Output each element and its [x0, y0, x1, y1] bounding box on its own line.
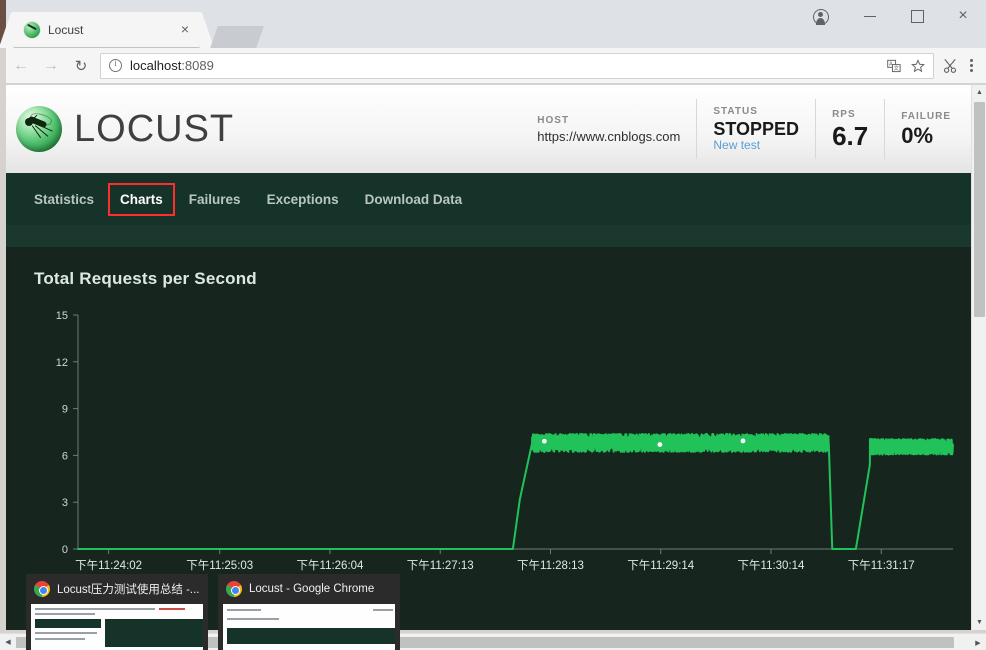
taskbar-preview-1-head: Locust压力测试使用总结 -...: [26, 574, 208, 604]
omnibox-actions: A 文: [885, 57, 929, 75]
svg-text:下午11:24:02: 下午11:24:02: [75, 559, 142, 572]
vertical-scrollbar-thumb[interactable]: [974, 102, 985, 317]
screen-root: Locust × × ← → ↻ localhost :8089: [0, 0, 986, 650]
tab-download-data[interactable]: Download Data: [355, 185, 473, 214]
scroll-down-icon[interactable]: ▼: [972, 615, 986, 630]
vertical-scrollbar[interactable]: ▲ ▼: [971, 85, 986, 630]
profile-button[interactable]: [808, 4, 834, 30]
svg-text:下午11:30:14: 下午11:30:14: [738, 559, 806, 572]
svg-text:下午11:28:13: 下午11:28:13: [517, 559, 584, 572]
avatar-icon: [813, 9, 829, 26]
stat-status: STATUS STOPPED New test: [696, 99, 815, 159]
chrome-icon: [226, 581, 242, 597]
stat-host-label: HOST: [537, 114, 570, 126]
taskbar-preview-2-head: Locust - Google Chrome: [218, 574, 400, 604]
browser-toolbar: ← → ↻ localhost :8089 A 文: [6, 48, 986, 84]
locust-header: LOCUST HOST https://www.cnblogs.com STAT…: [6, 85, 971, 173]
brand-name: LOCUST: [74, 107, 235, 150]
minimize-button[interactable]: [848, 0, 894, 32]
stat-status-label: STATUS: [713, 105, 758, 117]
svg-text:下午11:31:17: 下午11:31:17: [848, 559, 915, 572]
locust-favicon-icon: [24, 22, 40, 38]
taskbar-preview-1[interactable]: Locust压力测试使用总结 -...: [26, 574, 208, 650]
locust-nav-tabs: Statistics Charts Failures Exceptions Do…: [6, 173, 971, 225]
scroll-right-icon[interactable]: ▶: [970, 634, 986, 650]
taskbar-preview-2-title: Locust - Google Chrome: [249, 583, 375, 595]
svg-text:下午11:26:04: 下午11:26:04: [297, 559, 365, 572]
svg-text:文: 文: [894, 64, 900, 72]
reload-icon[interactable]: ↻: [66, 51, 96, 81]
nav-divider: [6, 225, 971, 247]
stat-failure: FAILURE 0%: [884, 99, 967, 159]
scroll-left-icon[interactable]: ◀: [0, 634, 16, 650]
back-icon[interactable]: ←: [6, 51, 36, 81]
svg-text:9: 9: [62, 404, 68, 416]
taskbar-preview-1-title: Locust压力测试使用总结 -...: [57, 584, 200, 596]
close-window-button[interactable]: ×: [940, 0, 986, 32]
star-icon[interactable]: [909, 57, 927, 75]
svg-text:3: 3: [62, 497, 68, 509]
url-port-text: :8089: [181, 58, 214, 73]
page-viewport: LOCUST HOST https://www.cnblogs.com STAT…: [6, 85, 971, 630]
svg-text:0: 0: [62, 544, 68, 556]
translate-icon[interactable]: A 文: [885, 57, 903, 75]
chart-area[interactable]: 0 3 6 9 12 15 下午11:24:02 下午11:25:03 下午11:26:04 下午…: [6, 307, 971, 597]
address-bar[interactable]: localhost :8089 A 文: [100, 52, 934, 79]
taskbar-preview-2-thumb: [223, 604, 395, 650]
svg-text:下午11:25:03: 下午11:25:03: [186, 559, 253, 572]
status-badge: STOPPED: [713, 118, 800, 139]
svg-text:15: 15: [56, 310, 68, 322]
close-icon[interactable]: ×: [177, 22, 193, 38]
toolbar-actions: [942, 57, 986, 75]
new-tab-button[interactable]: [210, 26, 264, 48]
taskbar-preview-2[interactable]: Locust - Google Chrome: [218, 574, 400, 650]
browser-tab-locust[interactable]: Locust ×: [14, 12, 199, 48]
url-host-text: localhost: [130, 58, 182, 73]
maximize-button[interactable]: [894, 0, 940, 32]
scroll-up-icon[interactable]: ▲: [972, 85, 986, 100]
stat-host: HOST https://www.cnblogs.com: [521, 99, 696, 159]
rps-line-chart[interactable]: 0 3 6 9 12 15 下午11:24:02 下午11:25:03 下午11:26:04 下午…: [6, 307, 971, 597]
svg-text:12: 12: [56, 357, 68, 369]
forward-icon[interactable]: →: [36, 51, 66, 81]
stat-rps: RPS 6.7: [815, 99, 884, 159]
locust-app: LOCUST HOST https://www.cnblogs.com STAT…: [6, 85, 971, 603]
browser-titlebar: Locust × ×: [0, 0, 986, 48]
svg-text:下午11:27:13: 下午11:27:13: [407, 559, 474, 572]
tab-title: Locust: [48, 23, 84, 37]
stat-failure-value: 0%: [901, 123, 934, 148]
stat-rps-label: RPS: [832, 109, 856, 120]
stat-host-value: https://www.cnblogs.com: [537, 128, 681, 144]
taskbar-preview-1-thumb: [31, 604, 203, 650]
window-controls: ×: [848, 0, 986, 32]
taskbar-previews: Locust压力测试使用总结 -... Locust - Google Chro…: [26, 574, 400, 650]
tab-charts[interactable]: Charts: [108, 182, 175, 216]
chart-title: Total Requests per Second: [34, 269, 257, 288]
new-test-link[interactable]: New test: [713, 138, 799, 152]
stats-bar: HOST https://www.cnblogs.com STATUS STOP…: [521, 99, 971, 159]
chart-panel: Total Requests per Second 0 3 6 9 12 15 下午11:2…: [6, 247, 971, 603]
svg-text:下午11:29:14: 下午11:29:14: [627, 559, 695, 572]
tab-statistics[interactable]: Statistics: [24, 185, 104, 214]
tab-exceptions[interactable]: Exceptions: [257, 185, 349, 214]
info-circle-icon[interactable]: [109, 58, 122, 72]
locust-logo-icon: [16, 106, 62, 152]
stat-rps-value: 6.7: [832, 121, 869, 151]
svg-text:6: 6: [62, 450, 68, 462]
brand: LOCUST: [6, 106, 234, 152]
tab-failures[interactable]: Failures: [179, 185, 251, 214]
stat-failure-label: FAILURE: [901, 111, 951, 122]
scissors-icon[interactable]: [942, 57, 960, 75]
chrome-icon: [34, 581, 50, 597]
three-dot-menu-icon[interactable]: [962, 58, 980, 73]
